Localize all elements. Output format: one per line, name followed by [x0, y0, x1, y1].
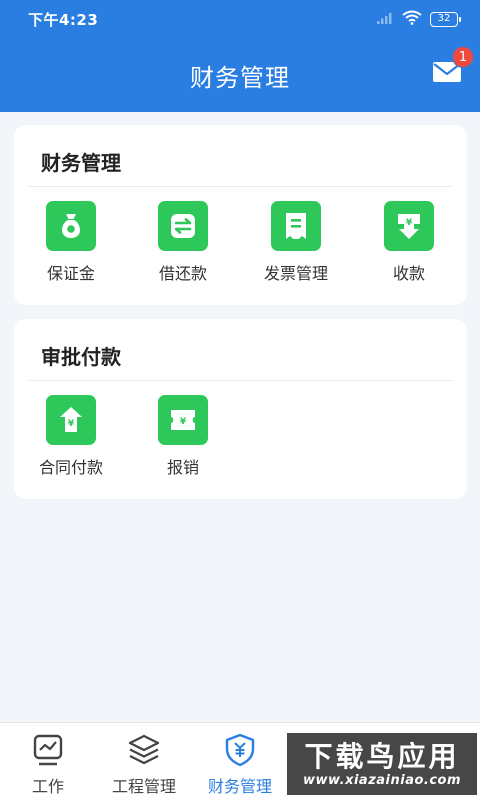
- tile-invoice-management[interactable]: 发票管理: [241, 201, 351, 291]
- app-header: 财务管理 1: [0, 38, 480, 112]
- tile-contract-payment[interactable]: ¥ 合同付款: [16, 395, 126, 485]
- svg-text:¥: ¥: [180, 417, 187, 427]
- section-divider: [28, 186, 453, 187]
- tab-label: 工程管理: [111, 777, 176, 796]
- yuan-shield-icon: [223, 733, 257, 767]
- watermark-url: www.xiazainiao.com: [302, 772, 462, 788]
- battery-icon: 32: [430, 11, 461, 27]
- tile-label: 保证金: [46, 264, 95, 283]
- tile-deposit[interactable]: 保证金: [16, 201, 126, 291]
- wifi-icon: [402, 10, 422, 29]
- receive-money-icon: ¥: [384, 201, 434, 251]
- section-divider: [28, 380, 453, 381]
- status-icons: 32: [376, 10, 461, 29]
- exchange-icon: [158, 201, 208, 251]
- tile-label: 合同付款: [38, 458, 103, 477]
- approval-payment-card: 审批付款 ¥ 合同付款 ¥ 报销: [14, 319, 467, 499]
- tile-loan-repayment[interactable]: 借还款: [128, 201, 238, 291]
- tab-label: 财务管理: [207, 777, 272, 796]
- watermark-title: 下载鸟应用: [304, 739, 460, 773]
- tile-collection[interactable]: ¥ 收款: [354, 201, 464, 291]
- status-time: 下午4:23: [28, 10, 99, 29]
- tile-label: 报销: [166, 458, 199, 477]
- mail-icon: [432, 62, 462, 88]
- tab-work[interactable]: 工作: [0, 723, 98, 800]
- section-title: 审批付款: [41, 345, 121, 369]
- tab-project-management[interactable]: 工程管理: [94, 723, 194, 800]
- signal-icon: [376, 10, 394, 29]
- notification-badge: 1: [452, 46, 474, 68]
- tile-label: 借还款: [158, 264, 207, 283]
- contract-payment-icon: ¥: [46, 395, 96, 445]
- chart-monitor-icon: [31, 733, 65, 767]
- finance-section-card: 财务管理 保证金 借还款 发票管理 ¥ 收款: [14, 125, 467, 305]
- tile-reimbursement[interactable]: ¥ 报销: [128, 395, 238, 485]
- page-title: 财务管理: [190, 63, 290, 92]
- mail-button[interactable]: 1: [432, 46, 474, 84]
- money-bag-icon: [46, 201, 96, 251]
- section-title: 财务管理: [41, 151, 121, 175]
- layers-icon: [127, 733, 161, 767]
- invoice-icon: [271, 201, 321, 251]
- tile-label: 发票管理: [263, 264, 328, 283]
- watermark: 下载鸟应用 www.xiazainiao.com: [287, 733, 477, 795]
- tab-label: 工作: [31, 777, 64, 796]
- reimbursement-icon: ¥: [158, 395, 208, 445]
- svg-text:¥: ¥: [406, 218, 413, 228]
- status-bar: 下午4:23 32: [0, 0, 480, 38]
- tile-label: 收款: [392, 264, 425, 283]
- svg-text:¥: ¥: [68, 419, 75, 429]
- tab-finance-management[interactable]: 财务管理: [190, 723, 290, 800]
